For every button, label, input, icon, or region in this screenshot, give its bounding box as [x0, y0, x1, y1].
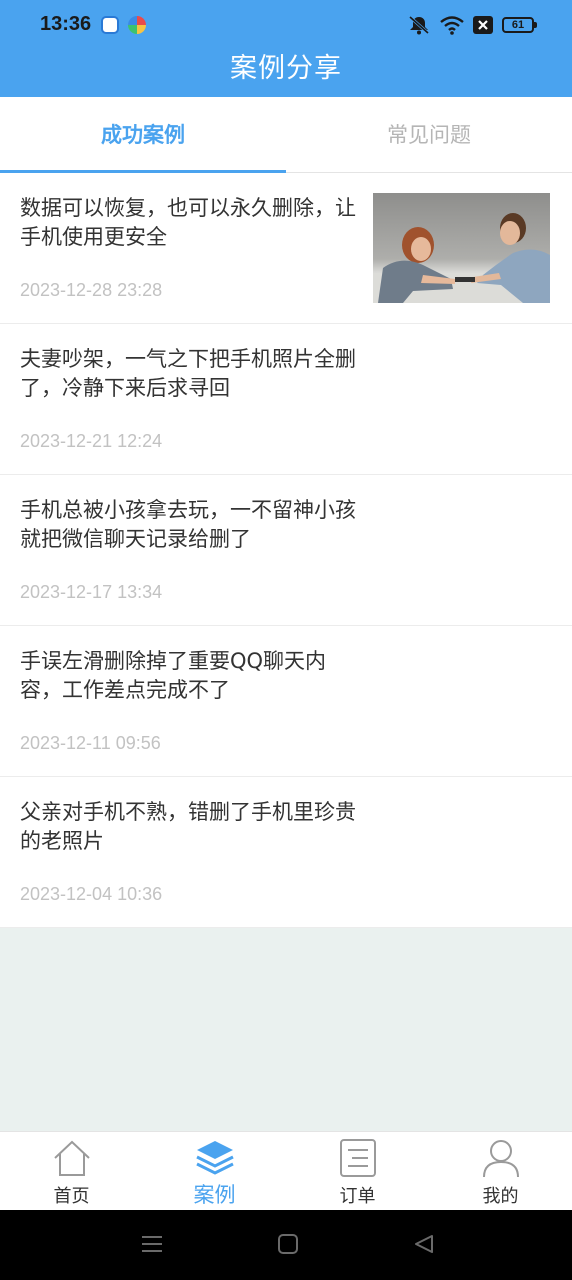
tab-success-cases[interactable]: 成功案例 [0, 97, 286, 173]
status-indicators: 61 [407, 14, 537, 36]
case-title: 手机总被小孩拿去玩，一不留神小孩就把微信聊天记录给删了 [20, 498, 356, 551]
case-list: 数据可以恢复，也可以永久删除，让手机使用更安全 2023-12-28 23:28 [0, 173, 572, 928]
system-nav-bar [0, 1210, 572, 1280]
tab-faq[interactable]: 常见问题 [286, 97, 572, 172]
top-header: 13:36 61 案例分享 [0, 0, 572, 97]
app-screen: 13:36 61 案例分享 成功案例 常见问题 数据可以恢复，也可以永久删除，让… [0, 0, 572, 1280]
bottom-nav: 首页 案例 订单 我的 [0, 1131, 572, 1210]
home-square-icon[interactable] [278, 1234, 298, 1258]
nav-home[interactable]: 首页 [0, 1132, 143, 1210]
nav-home-label: 首页 [53, 1186, 90, 1207]
nav-orders[interactable]: 订单 [286, 1132, 429, 1210]
status-time: 13:36 [40, 13, 92, 35]
case-date: 2023-12-21 12:24 [20, 431, 163, 451]
case-date: 2023-12-11 09:56 [20, 733, 161, 753]
nav-profile-label: 我的 [482, 1186, 519, 1207]
home-icon [52, 1138, 92, 1178]
list-item[interactable]: 父亲对手机不熟，错删了手机里珍贵的老照片 2023-12-04 10:36 [0, 777, 572, 928]
battery-icon: 61 [502, 17, 537, 33]
case-thumbnail-image [373, 193, 550, 303]
nav-cases[interactable]: 案例 [143, 1132, 286, 1210]
case-date: 2023-12-04 10:36 [20, 884, 163, 904]
page-title: 案例分享 [230, 53, 342, 84]
nav-profile[interactable]: 我的 [429, 1132, 572, 1210]
order-list-icon [338, 1138, 378, 1178]
nav-orders-label: 订单 [339, 1186, 376, 1207]
list-item[interactable]: 手误左滑删除掉了重要QQ聊天内容，工作差点完成不了 2023-12-11 09:… [0, 626, 572, 777]
wifi-icon [440, 15, 464, 35]
user-icon [481, 1138, 521, 1178]
status-bar: 13:36 61 [0, 0, 572, 50]
layers-icon [195, 1138, 235, 1178]
case-title: 数据可以恢复，也可以永久删除，让手机使用更安全 [20, 196, 356, 249]
list-item[interactable]: 手机总被小孩拿去玩，一不留神小孩就把微信聊天记录给删了 2023-12-17 1… [0, 475, 572, 626]
back-triangle-icon[interactable] [414, 1234, 434, 1258]
case-date: 2023-12-28 23:28 [20, 280, 163, 300]
case-title: 夫妻吵架，一气之下把手机照片全删了，冷静下来后求寻回 [20, 347, 356, 400]
list-item[interactable]: 数据可以恢复，也可以永久删除，让手机使用更安全 2023-12-28 23:28 [0, 173, 572, 324]
tab-bar: 成功案例 常见问题 [0, 97, 572, 173]
case-date: 2023-12-17 13:34 [20, 582, 163, 602]
case-title: 手误左滑删除掉了重要QQ聊天内容，工作差点完成不了 [20, 649, 327, 702]
notification-color-app-icon [128, 16, 146, 34]
mute-icon [407, 15, 431, 35]
menu-icon[interactable] [141, 1234, 163, 1258]
case-title: 父亲对手机不熟，错删了手机里珍贵的老照片 [20, 800, 356, 853]
nav-cases-label: 案例 [193, 1183, 236, 1207]
notification-app-icon [101, 16, 119, 34]
sim-off-icon [473, 16, 493, 34]
list-item[interactable]: 夫妻吵架，一气之下把手机照片全删了，冷静下来后求寻回 2023-12-21 12… [0, 324, 572, 475]
